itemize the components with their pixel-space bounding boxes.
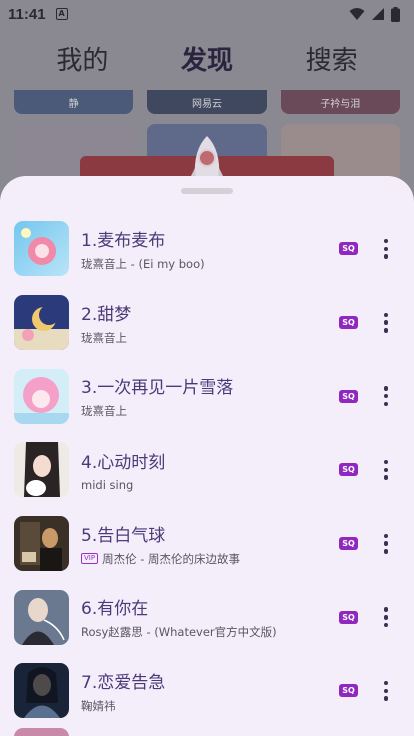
notification-icon: A [55, 8, 68, 20]
song-artist: 珑熹音上 [81, 404, 127, 419]
song-cover [14, 442, 69, 498]
song-row[interactable]: 5.告白气球 VIP 周杰伦 - 周杰伦的床边故事 SQ [0, 507, 414, 581]
song-artist: 鞠婧祎 [81, 698, 116, 713]
tab-mine[interactable]: 我的 [56, 40, 108, 77]
sq-badge: SQ [339, 242, 358, 256]
song-artist: VIP 周杰伦 - 周杰伦的床边故事 [81, 551, 414, 567]
song-artist: 珑熹音上 - (Ei my boo) [81, 256, 205, 271]
song-title: 3.一次再见一片雪落 [81, 378, 234, 399]
song-row[interactable]: 3.一次再见一片雪落 珑熹音上 SQ [0, 359, 414, 433]
sq-badge: SQ [339, 389, 358, 403]
song-row[interactable]: 7.恋爱告急 鞠婧祎 SQ [0, 654, 414, 728]
status-bar: 11:41 A [0, 0, 414, 28]
status-time: 11:41 [8, 5, 46, 23]
song-cover [14, 368, 69, 424]
song-cover [14, 295, 69, 351]
tab-discover[interactable]: 发现 [181, 40, 233, 77]
song-title: 4.心动时刻 [81, 452, 166, 473]
song-cover [14, 589, 69, 645]
vip-badge: VIP [81, 553, 99, 565]
background-card: 静 [14, 90, 134, 114]
song-title: 5.告白气球 [81, 525, 166, 546]
sq-badge: SQ [339, 463, 358, 477]
top-tabs: 我的 发现 搜索 [0, 40, 414, 77]
song-cover [14, 516, 69, 572]
background-playlist-row: 静 网易云 子衿与泪 [14, 90, 400, 114]
background-card: 子衿与泪 [280, 90, 400, 114]
background-card: 网易云 [147, 90, 267, 114]
tab-search[interactable]: 搜索 [306, 40, 358, 77]
wifi-icon [349, 8, 365, 20]
song-title: 6.有你在 [81, 599, 149, 620]
sq-badge: SQ [339, 316, 358, 330]
more-options-icon[interactable] [376, 605, 396, 629]
more-options-icon[interactable] [376, 679, 396, 703]
song-artist: 珑熹音上 [81, 330, 127, 345]
song-cover [14, 728, 69, 736]
more-options-icon[interactable] [376, 237, 396, 261]
song-title: 2.甜梦 [81, 304, 132, 325]
signal-icon [372, 8, 384, 20]
more-options-icon[interactable] [376, 458, 396, 482]
song-artist: Rosy赵露思 - (Whatever官方中文版) [81, 625, 277, 640]
song-cover [14, 663, 69, 719]
song-row[interactable]: 4.心动时刻 midi sing SQ [0, 433, 414, 507]
more-options-icon[interactable] [376, 384, 396, 408]
song-title: 1.麦布麦布 [81, 230, 166, 251]
song-artist: midi sing [81, 477, 134, 492]
song-list: 1.麦布麦布 珑熹音上 - (Ei my boo) SQ 2.甜梦 珑熹音上 S… [0, 212, 414, 728]
more-options-icon[interactable] [376, 311, 396, 335]
song-title: 7.恋爱告急 [81, 672, 166, 693]
drag-handle[interactable] [181, 188, 233, 194]
sq-badge: SQ [339, 610, 358, 624]
sq-badge: SQ [339, 684, 358, 698]
song-row[interactable]: 2.甜梦 珑熹音上 SQ [0, 286, 414, 360]
battery-icon [391, 6, 400, 22]
song-cover [14, 221, 69, 277]
status-icons [349, 6, 400, 22]
sq-badge: SQ [339, 537, 358, 551]
song-list-sheet: 1.麦布麦布 珑熹音上 - (Ei my boo) SQ 2.甜梦 珑熹音上 S… [0, 176, 414, 736]
more-options-icon[interactable] [376, 532, 396, 556]
song-row[interactable]: 1.麦布麦布 珑熹音上 - (Ei my boo) SQ [0, 212, 414, 286]
song-row[interactable]: 6.有你在 Rosy赵露思 - (Whatever官方中文版) SQ [0, 580, 414, 654]
